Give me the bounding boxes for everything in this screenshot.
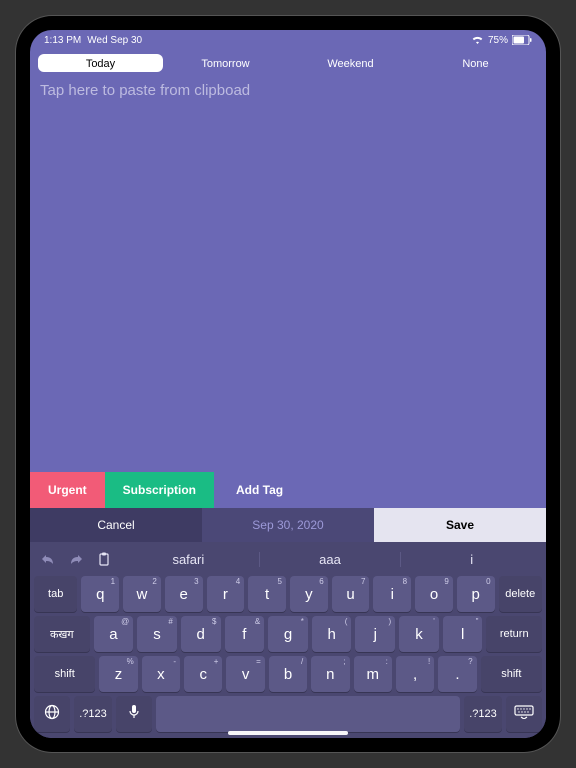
keyboard-hide-icon — [514, 705, 534, 723]
keyboard-row-3: shift z% x- c+ v= b/ n; m: ,! .? shift — [34, 656, 542, 692]
key-n[interactable]: n; — [311, 656, 349, 692]
keyboard-row-1: tab q1 w2 e3 r4 t5 y6 u7 i8 o9 p0 delete — [34, 576, 542, 612]
keyboard: safari aaa i tab q1 w2 e3 r4 t5 y6 u7 i8… — [30, 542, 546, 738]
key-d[interactable]: d$ — [181, 616, 221, 652]
tag-label: Urgent — [48, 483, 87, 497]
suggestion-1[interactable]: safari — [118, 552, 260, 567]
key-t[interactable]: t5 — [248, 576, 286, 612]
key-p[interactable]: p0 — [457, 576, 495, 612]
suggestion-2[interactable]: aaa — [260, 552, 402, 567]
note-input[interactable]: Tap here to paste from clipboad — [30, 78, 546, 472]
globe-icon — [44, 704, 60, 724]
tab-weekend[interactable]: Weekend — [288, 54, 413, 72]
tab-label: None — [462, 58, 488, 70]
keyboard-row-space: .?123 .?123 — [34, 696, 542, 732]
key-i[interactable]: i8 — [373, 576, 411, 612]
key-dismiss-keyboard[interactable] — [506, 696, 542, 732]
key-r[interactable]: r4 — [207, 576, 245, 612]
tag-urgent-button[interactable]: Urgent — [30, 472, 105, 508]
wifi-icon — [471, 35, 484, 46]
keyboard-suggestion-bar: safari aaa i — [34, 546, 542, 572]
status-date: Wed Sep 30 — [87, 35, 142, 46]
suggestion-3[interactable]: i — [401, 552, 542, 567]
keyboard-row-2: कखग a@ s# d$ f& g* h( j) k' l" return — [34, 616, 542, 652]
tab-label: Today — [86, 58, 115, 70]
tag-label: Subscription — [123, 483, 196, 497]
action-label: Cancel — [97, 518, 134, 532]
key-comma[interactable]: ,! — [396, 656, 434, 692]
key-return[interactable]: return — [486, 616, 542, 652]
key-h[interactable]: h( — [312, 616, 352, 652]
redo-icon[interactable] — [62, 553, 90, 565]
key-tab[interactable]: tab — [34, 576, 77, 612]
key-w[interactable]: w2 — [123, 576, 161, 612]
tag-label: Add Tag — [236, 483, 283, 497]
key-k[interactable]: k' — [399, 616, 439, 652]
key-numbers-left[interactable]: .?123 — [74, 696, 112, 732]
save-button[interactable]: Save — [374, 508, 546, 542]
key-j[interactable]: j) — [355, 616, 395, 652]
date-button[interactable]: Sep 30, 2020 — [202, 508, 374, 542]
cancel-button[interactable]: Cancel — [30, 508, 202, 542]
action-row: Cancel Sep 30, 2020 Save — [30, 508, 546, 542]
key-b[interactable]: b/ — [269, 656, 307, 692]
tab-tomorrow[interactable]: Tomorrow — [163, 54, 288, 72]
screen: 1:13 PM Wed Sep 30 75% Today Tomorrow We… — [30, 30, 546, 738]
key-s[interactable]: s# — [137, 616, 177, 652]
key-e[interactable]: e3 — [165, 576, 203, 612]
key-y[interactable]: y6 — [290, 576, 328, 612]
battery-icon — [512, 35, 532, 46]
key-space[interactable] — [156, 696, 460, 732]
key-o[interactable]: o9 — [415, 576, 453, 612]
key-mic[interactable] — [116, 696, 152, 732]
home-indicator[interactable] — [228, 731, 348, 735]
key-f[interactable]: f& — [225, 616, 265, 652]
tab-label: Tomorrow — [201, 58, 249, 70]
status-bar: 1:13 PM Wed Sep 30 75% — [30, 30, 546, 50]
key-l[interactable]: l" — [443, 616, 483, 652]
status-time: 1:13 PM — [44, 35, 81, 46]
key-a[interactable]: a@ — [94, 616, 134, 652]
action-label: Sep 30, 2020 — [252, 518, 323, 532]
key-z[interactable]: z% — [99, 656, 137, 692]
add-tag-button[interactable]: Add Tag — [214, 472, 305, 508]
key-x[interactable]: x- — [142, 656, 180, 692]
undo-icon[interactable] — [34, 553, 62, 565]
action-label: Save — [446, 518, 474, 532]
key-c[interactable]: c+ — [184, 656, 222, 692]
key-period[interactable]: .? — [438, 656, 476, 692]
tablet-frame: 1:13 PM Wed Sep 30 75% Today Tomorrow We… — [16, 16, 560, 752]
key-q[interactable]: q1 — [81, 576, 119, 612]
tag-subscription-button[interactable]: Subscription — [105, 472, 214, 508]
key-m[interactable]: m: — [354, 656, 392, 692]
key-numbers-right[interactable]: .?123 — [464, 696, 502, 732]
note-placeholder: Tap here to paste from clipboad — [40, 82, 536, 99]
date-filter-tabs: Today Tomorrow Weekend None — [30, 50, 546, 78]
tab-today[interactable]: Today — [38, 54, 163, 72]
key-u[interactable]: u7 — [332, 576, 370, 612]
key-shift-left[interactable]: shift — [34, 656, 95, 692]
tag-row: Urgent Subscription Add Tag — [30, 472, 546, 508]
mic-icon — [128, 704, 140, 724]
tab-none[interactable]: None — [413, 54, 538, 72]
key-g[interactable]: g* — [268, 616, 308, 652]
key-v[interactable]: v= — [226, 656, 264, 692]
key-delete[interactable]: delete — [499, 576, 542, 612]
key-globe[interactable] — [34, 696, 70, 732]
status-battery: 75% — [488, 35, 508, 46]
key-language[interactable]: कखग — [34, 616, 90, 652]
clipboard-icon[interactable] — [90, 552, 118, 566]
key-shift-right[interactable]: shift — [481, 656, 542, 692]
tab-label: Weekend — [327, 58, 373, 70]
